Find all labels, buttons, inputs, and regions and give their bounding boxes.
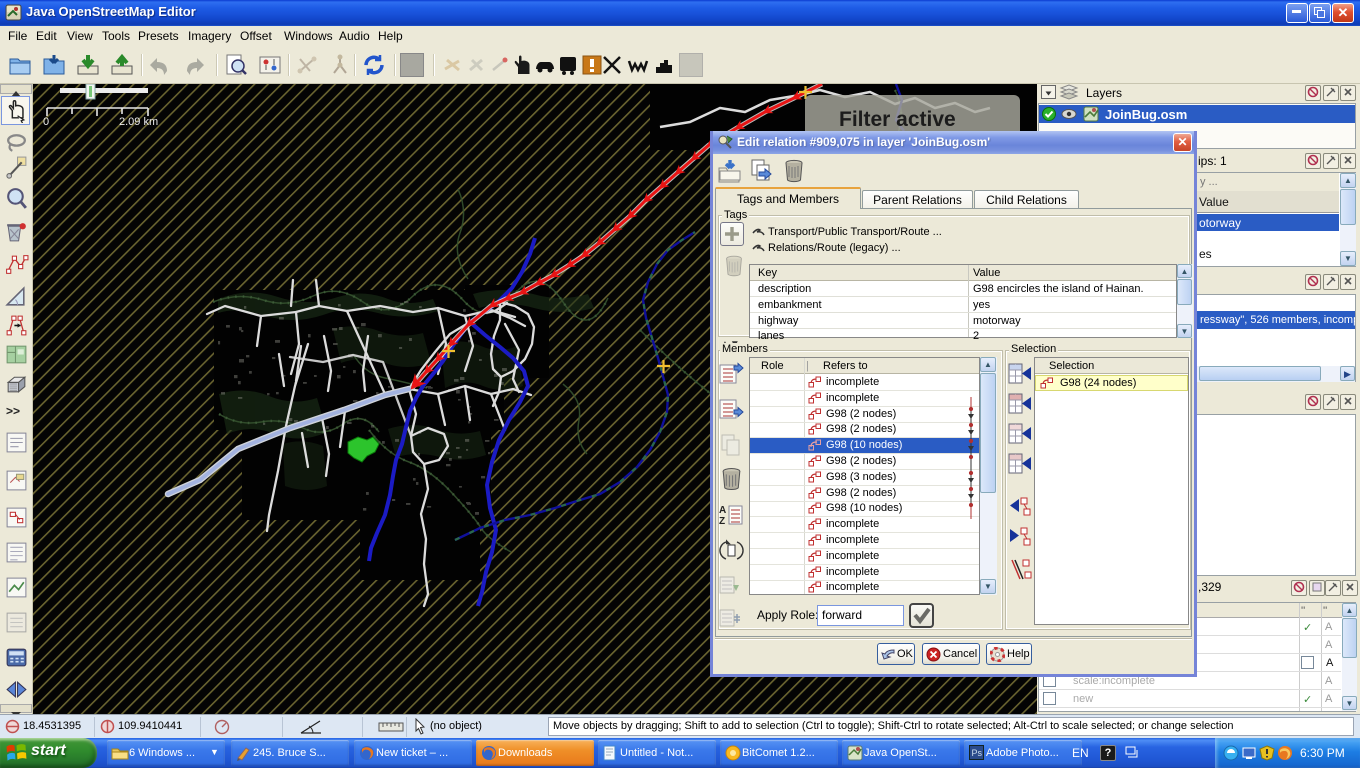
svg-text:Ps: Ps [972, 748, 983, 758]
svg-text:Z: Z [719, 516, 725, 527]
svg-text:Filter active: Filter active [839, 108, 956, 131]
svg-text:A: A [719, 505, 726, 516]
svg-text:0: 0 [43, 116, 49, 128]
svg-text:2.09 km: 2.09 km [119, 116, 158, 128]
